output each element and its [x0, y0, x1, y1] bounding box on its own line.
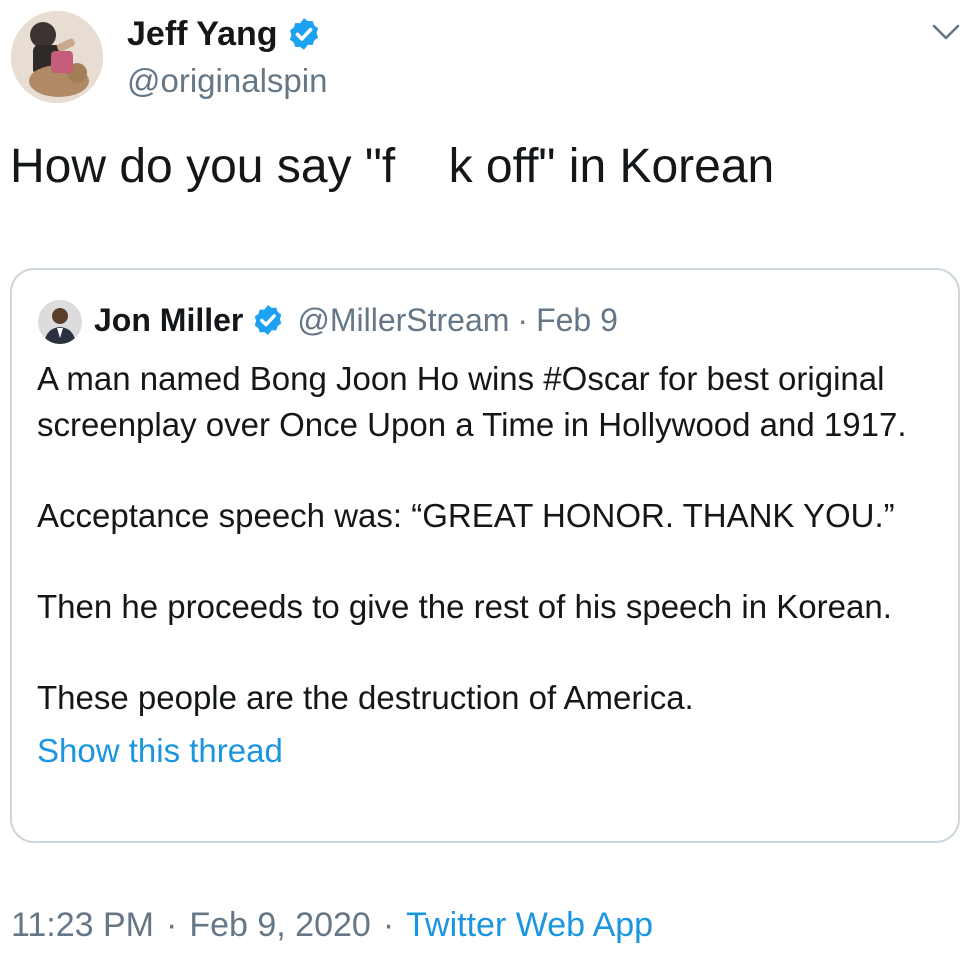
author-handle[interactable]: @originalspin	[127, 62, 327, 100]
tweet-source-link[interactable]: Twitter Web App	[406, 906, 653, 944]
author-name[interactable]: Jeff Yang	[127, 14, 322, 54]
quoted-author-name: Jon Miller	[94, 301, 244, 338]
quoted-body: A man named Bong Joon Ho wins #Oscar for…	[37, 356, 947, 773]
quoted-paragraph: These people are the destruction of Amer…	[37, 679, 694, 716]
quoted-author-handle: @MillerStream	[297, 301, 510, 338]
verified-badge-icon	[255, 305, 282, 335]
quoted-tweet-card[interactable]: Jon Miller @MillerStream · Feb 9 A man n…	[10, 268, 960, 843]
separator-dot: ·	[166, 906, 178, 944]
tweet-time[interactable]: 11:23 PM	[11, 906, 154, 944]
tweet-date[interactable]: Feb 9, 2020	[189, 906, 370, 944]
quoted-author-avatar	[38, 300, 82, 344]
tweet-text: How do you say "f k off" in Korean	[10, 140, 775, 193]
quoted-paragraph: Then he proceeds to give the rest of his…	[37, 588, 892, 625]
quoted-paragraph: A man named Bong Joon Ho wins #Oscar for…	[37, 360, 907, 443]
chevron-down-icon[interactable]	[928, 14, 964, 50]
tweet-meta: 11:23 PM · Feb 9, 2020 · Twitter Web App	[11, 903, 653, 947]
separator-dot: ·	[382, 906, 395, 944]
author-avatar[interactable]	[11, 11, 103, 103]
separator-dot: ·	[517, 301, 529, 338]
show-thread-link[interactable]: Show this thread	[37, 729, 947, 773]
quoted-paragraph: Acceptance speech was: “GREAT HONOR. THA…	[37, 497, 895, 534]
verified-badge-icon	[289, 18, 318, 50]
author-name-text: Jeff Yang	[127, 15, 278, 53]
quoted-date: Feb 9	[536, 301, 618, 338]
quoted-header: Jon Miller @MillerStream · Feb 9	[94, 298, 618, 342]
